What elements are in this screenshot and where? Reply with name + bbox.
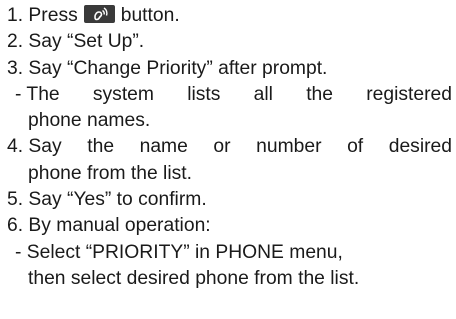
word: or [213, 136, 231, 158]
step-2: 2. Say “Set Up”. [7, 31, 145, 53]
word: name [139, 136, 188, 158]
step-1: 1. Press button. [7, 3, 452, 29]
step-6-sub-line-1: - Select “PRIORITY” in PHONE menu, [15, 241, 343, 263]
word: all [253, 83, 273, 105]
word: of [347, 136, 364, 158]
word: - The [15, 83, 60, 105]
word: registered [366, 83, 452, 105]
instruction-list: 1. Press button. 2. Say “Set Up”. 3. Say… [7, 3, 452, 292]
word: lists [187, 83, 221, 105]
word: number [256, 136, 322, 158]
step-6-sub-line-2: then select desired phone from the list. [28, 267, 360, 289]
word: the [306, 83, 333, 105]
step-4-line-1: 4. Say the name or number of desired [7, 134, 452, 160]
step-1-text-after: button. [120, 5, 180, 26]
word: system [92, 83, 154, 105]
word: the [87, 136, 115, 158]
voice-recognition-icon [83, 5, 115, 23]
step-3-sub-line-1: - The system lists all the registered [7, 82, 452, 108]
step-5: 5. Say “Yes” to confirm. [7, 189, 207, 211]
step-3: 3. Say “Change Priority” after prompt. [7, 57, 328, 79]
word: desired [388, 136, 452, 158]
step-3-sub-line-2: phone names. [28, 110, 151, 132]
step-4-line-2: phone from the list. [28, 162, 192, 184]
step-6: 6. By manual operation: [7, 215, 211, 237]
step-1-text-before: 1. Press [7, 5, 78, 26]
word: 4. Say [7, 136, 62, 158]
